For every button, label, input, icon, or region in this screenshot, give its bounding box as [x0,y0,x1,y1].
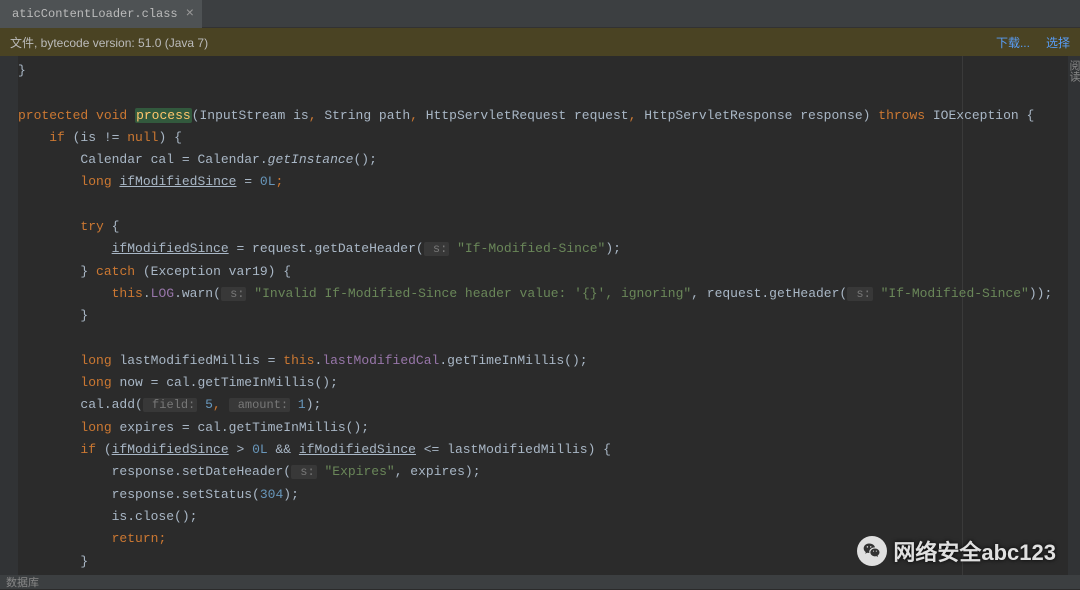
code: = request.getDateHeader( [229,241,424,256]
gutter-right: 阅读 [1068,56,1080,575]
number: 0L [260,174,276,189]
param-hint: s: [847,287,873,301]
info-message: 文件, bytecode version: 51.0 (Java 7) [10,34,208,51]
wechat-icon [857,536,887,566]
sig: (InputStream is [192,108,309,123]
kw-long: long [80,375,111,390]
kw-if: if [49,130,65,145]
dot: . [143,286,151,301]
brace: { [104,219,120,234]
string: "If-Modified-Since" [881,286,1029,301]
code-block: } protected void process(InputStream is,… [18,60,1066,573]
number: 0L [252,442,268,457]
kw-protected: protected [18,108,88,123]
param-hint: s: [221,287,247,301]
gutter-left [0,56,18,575]
code: response.setDateHeader( [112,464,291,479]
code: (Exception var19) { [135,264,291,279]
semi: ; [158,531,166,546]
tab-label: aticContentLoader.class [12,7,178,21]
watermark: 网络安全abc123 [857,535,1056,567]
status-text: 数据库 [6,574,39,590]
field: LOG [151,286,174,301]
code: ); [605,241,621,256]
code: <= lastModifiedMillis) { [416,442,611,457]
kw-return: return [112,531,159,546]
code: .getTimeInMillis(); [439,353,587,368]
sig: HttpServletResponse response) [636,108,870,123]
code: > [229,442,252,457]
kw-if: if [80,442,96,457]
kw-catch: catch [96,264,135,279]
param-hint: s: [424,242,450,256]
status-bar: 数据库 [0,575,1080,589]
number: 304 [260,487,283,502]
file-tab[interactable]: aticContentLoader.class × [0,0,202,28]
code: is.close(); [112,509,198,524]
param-hint: s: [291,465,317,479]
brace: } [80,554,88,569]
string: "Expires" [324,464,394,479]
kw-long: long [80,420,111,435]
comma: , [213,397,229,412]
code: (); [353,152,376,167]
semi: ; [276,174,284,189]
code: , expires); [395,464,481,479]
code: now = cal.getTimeInMillis(); [112,375,338,390]
var: ifModifiedSince [112,241,229,256]
download-link[interactable]: 下载... [996,34,1030,51]
code: ); [283,487,299,502]
watermark-text: 网络安全abc123 [893,535,1056,567]
var: ifModifiedSince [112,442,229,457]
sig: String path [317,108,411,123]
editor-pane[interactable]: 阅读 } protected void process(InputStream … [0,56,1080,575]
tab-bar: aticContentLoader.class × [0,0,1080,28]
kw-long: long [80,353,111,368]
string: "If-Modified-Since" [457,241,605,256]
code: , request.getHeader( [691,286,847,301]
kw-try: try [80,219,103,234]
code: Calendar cal = Calendar. [80,152,267,167]
brace: } [80,264,88,279]
code: response.setStatus( [112,487,260,502]
number: 5 [205,397,213,412]
code: ); [306,397,322,412]
field: lastModifiedCal [322,353,439,368]
brace: } [80,308,88,323]
code: = [236,174,259,189]
kw-this: this [283,353,314,368]
code: && [268,442,299,457]
code: )); [1029,286,1052,301]
code: ) { [158,130,181,145]
code: ( [96,442,112,457]
sig: HttpServletRequest request [418,108,629,123]
code: cal.add( [80,397,142,412]
select-link[interactable]: 选择 [1046,34,1070,51]
code: .warn( [174,286,221,301]
comma: , [309,108,317,123]
code: expires = cal.getTimeInMillis(); [112,420,369,435]
kw-null: null [127,130,158,145]
comma: , [410,108,418,123]
param-hint: field: [143,398,197,412]
static-method: getInstance [268,152,354,167]
var: ifModifiedSince [299,442,416,457]
info-bar: 文件, bytecode version: 51.0 (Java 7) 下载..… [0,28,1080,56]
var: ifModifiedSince [119,174,236,189]
sig: IOException { [925,108,1034,123]
string: "Invalid If-Modified-Since header value:… [254,286,691,301]
param-hint: amount: [229,398,291,412]
kw-this: this [112,286,143,301]
method-process: process [135,108,192,123]
reader-tab[interactable]: 阅读 [1066,56,1080,82]
close-icon[interactable]: × [186,6,194,22]
code: (is != [65,130,127,145]
code: lastModifiedMillis = [112,353,284,368]
kw-void: void [96,108,127,123]
kw-long: long [80,174,111,189]
kw-throws: throws [878,108,925,123]
code-line: } [18,63,26,78]
number: 1 [298,397,306,412]
